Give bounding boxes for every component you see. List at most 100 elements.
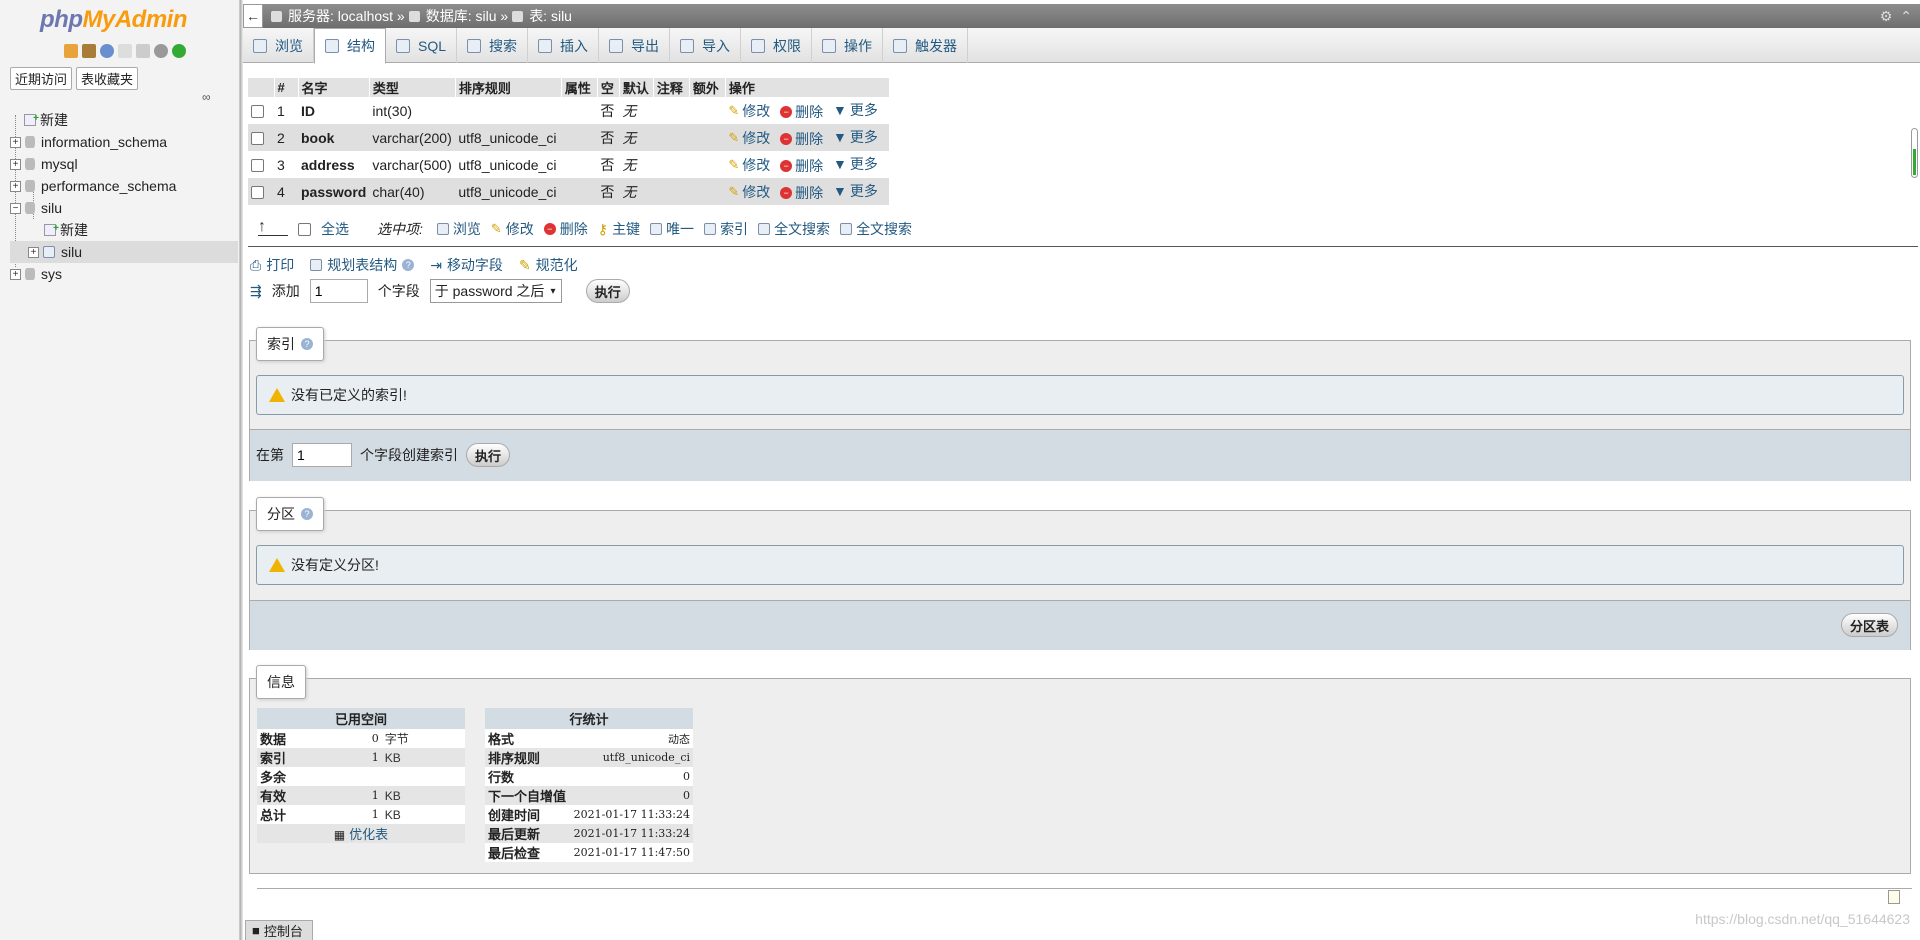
expand-icon[interactable]: + <box>10 158 21 170</box>
tree-item-new[interactable]: 新建 <box>10 108 238 131</box>
bulk-drop-button[interactable]: − 删除 <box>543 219 588 239</box>
bulk-unique-button[interactable]: 唯一 <box>650 219 694 239</box>
reload-icon[interactable] <box>172 44 186 58</box>
tab-browse[interactable]: 浏览 <box>243 28 314 63</box>
select-all-label[interactable]: 全选 <box>321 219 349 239</box>
divider <box>257 888 1912 889</box>
bulk-index-button[interactable]: 索引 <box>704 219 748 239</box>
pencil-icon: ✎ <box>490 221 502 236</box>
tree-item-table-silu[interactable]: + silu <box>10 241 238 263</box>
fulltext-icon <box>758 223 771 235</box>
col-header-type[interactable]: 类型 <box>369 78 456 97</box>
col-header-num[interactable]: # <box>274 78 299 97</box>
col-header-extra[interactable]: 额外 <box>689 78 726 97</box>
expand-icon[interactable]: + <box>10 136 21 148</box>
more-dropdown[interactable]: ▼ 更多 <box>833 154 878 174</box>
tab-search[interactable]: 搜索 <box>457 28 529 63</box>
col-header-comment[interactable]: 注释 <box>653 78 690 97</box>
settings-icon[interactable] <box>154 44 168 58</box>
gear-icon[interactable]: ⚙ <box>1880 8 1893 25</box>
expand-icon[interactable]: + <box>28 246 39 258</box>
recent-button[interactable]: 近期访问 <box>10 67 73 90</box>
drop-link[interactable]: − 删除 <box>780 156 823 176</box>
more-dropdown[interactable]: ▼ 更多 <box>833 181 878 201</box>
expand-icon[interactable]: + <box>10 180 21 192</box>
tab-operations[interactable]: 操作 <box>812 28 884 63</box>
row-checkbox[interactable] <box>251 132 264 146</box>
help-icon[interactable]: ? <box>301 338 313 350</box>
tab-import[interactable]: 导入 <box>670 28 742 63</box>
tab-structure[interactable]: 结构 <box>314 28 386 64</box>
breadcrumb-database[interactable]: 数据库: silu » <box>426 6 508 26</box>
collapse-icon[interactable]: ⌃ <box>1900 8 1912 25</box>
tab-insert[interactable]: 插入 <box>528 28 600 63</box>
bulk-browse-button[interactable]: 浏览 <box>436 219 481 239</box>
edit-link[interactable]: ✎ 修改 <box>728 128 770 148</box>
page-related-icon[interactable] <box>1888 890 1900 904</box>
tree-item-information-schema[interactable]: + information_schema <box>10 131 238 153</box>
move-columns-link[interactable]: ⇥ 移动字段 <box>430 255 503 275</box>
edit-link[interactable]: ✎ 修改 <box>728 101 770 121</box>
propose-structure-link[interactable]: 规划表结构? <box>310 255 415 275</box>
help-icon[interactable]: ? <box>402 259 415 271</box>
index-column-count-input[interactable] <box>292 443 352 467</box>
collapse-icon[interactable]: − <box>10 202 21 214</box>
phpmyadmin-logo[interactable]: phpMyAdmin <box>40 6 187 34</box>
add-position-select[interactable]: 于 password 之后 ▾ <box>429 279 562 303</box>
add-go-button[interactable]: 执行 <box>585 279 630 303</box>
collapse-sidebar-icon[interactable]: ← <box>243 4 263 28</box>
add-count-input[interactable] <box>309 279 368 303</box>
tree-item-sys[interactable]: + sys <box>10 263 238 285</box>
help-icon[interactable] <box>100 44 114 58</box>
breadcrumb-server[interactable]: 服务器: localhost » <box>288 6 405 26</box>
exit-icon[interactable] <box>82 44 96 58</box>
print-link[interactable]: ⎙ 打印 <box>250 255 294 275</box>
bulk-edit-button[interactable]: ✎ 修改 <box>491 219 534 239</box>
drop-link[interactable]: − 删除 <box>780 129 823 149</box>
normalize-link[interactable]: ✎ 规范化 <box>519 255 578 275</box>
breadcrumb-table[interactable]: 表: silu <box>529 6 572 26</box>
space-usage-table: 已用空间 数据 0 字节 索引 1 KB 多余 有效 1 KB 总计 1 KB ▦ 优化表 <box>257 708 465 843</box>
drop-link[interactable]: − 删除 <box>780 102 823 122</box>
tab-privileges[interactable]: 权限 <box>741 28 813 63</box>
more-dropdown[interactable]: ▼ 更多 <box>833 100 878 120</box>
expand-icon[interactable]: + <box>10 268 21 280</box>
create-index-go-button[interactable]: 执行 <box>466 443 511 467</box>
tree-item-silu-new[interactable]: 新建 <box>10 218 238 241</box>
help-icon[interactable]: ? <box>301 508 313 520</box>
sidebar-resizer[interactable] <box>240 0 243 940</box>
bulk-fulltext-button[interactable]: 全文搜索 <box>840 219 912 239</box>
row-checkbox[interactable] <box>251 186 264 200</box>
tree-item-mysql[interactable]: + mysql <box>10 153 238 175</box>
bulk-spatial-button[interactable]: 全文搜索 <box>758 219 830 239</box>
tab-export[interactable]: 导出 <box>599 28 671 63</box>
favorites-button[interactable]: 表收藏夹 <box>76 67 139 90</box>
partition-table-button[interactable]: 分区表 <box>1840 613 1898 637</box>
row-checkbox[interactable] <box>251 105 264 119</box>
bulk-primary-button[interactable]: ⚷ 主键 <box>598 219 640 239</box>
col-header-null[interactable]: 空 <box>597 78 620 97</box>
row-checkbox[interactable] <box>251 159 264 173</box>
col-header-default[interactable]: 默认 <box>619 78 654 97</box>
copy-icon[interactable] <box>136 44 150 58</box>
drop-link[interactable]: − 删除 <box>780 183 823 203</box>
col-header-collation[interactable]: 排序规则 <box>455 78 562 97</box>
search-icon <box>467 38 482 53</box>
col-header-name[interactable]: 名字 <box>298 78 370 97</box>
more-dropdown[interactable]: ▼ 更多 <box>833 127 878 147</box>
scroll-indicator[interactable] <box>1911 128 1918 178</box>
edit-link[interactable]: ✎ 修改 <box>728 182 770 202</box>
tab-triggers[interactable]: 触发器 <box>883 28 969 63</box>
tree-item-silu[interactable]: − silu <box>10 197 238 219</box>
home-icon[interactable] <box>64 44 78 58</box>
col-header-attributes[interactable]: 属性 <box>561 78 598 97</box>
optimize-table-link[interactable]: 优化表 <box>349 827 388 842</box>
link-icon[interactable]: ∞ <box>202 90 211 104</box>
tab-sql[interactable]: SQL <box>386 28 458 63</box>
edit-link[interactable]: ✎ 修改 <box>728 155 770 175</box>
docs-icon[interactable] <box>118 44 132 58</box>
console-toggle[interactable]: ■ 控制台 <box>245 920 313 940</box>
select-all-checkbox[interactable] <box>298 222 311 236</box>
tree-item-performance-schema[interactable]: + performance_schema <box>10 175 238 197</box>
move-icon: ⇥ <box>430 256 442 273</box>
